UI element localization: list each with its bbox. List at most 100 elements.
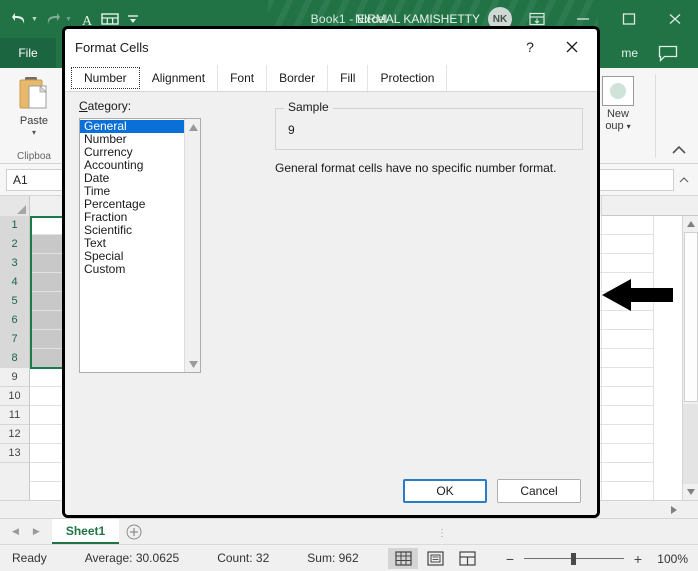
- new-comment-icon[interactable]: [602, 76, 634, 106]
- sheet-tab-overflow-icon[interactable]: ⋮: [437, 528, 448, 539]
- grid-cell[interactable]: [602, 368, 654, 387]
- sample-group: Sample 9: [275, 108, 583, 150]
- dialog-tab-strip: NumberAlignmentFontBorderFillProtection: [65, 65, 597, 92]
- close-dialog-icon[interactable]: [551, 29, 593, 65]
- cancel-button[interactable]: Cancel: [497, 479, 581, 503]
- scroll-down-icon[interactable]: [683, 484, 698, 500]
- redo-dropdown-icon[interactable]: ▼: [65, 16, 76, 23]
- grid-cell[interactable]: [602, 406, 654, 425]
- new-label: New: [607, 108, 629, 120]
- tab-file[interactable]: File: [0, 38, 56, 68]
- row-header-3[interactable]: 3: [0, 254, 29, 273]
- grid-cell[interactable]: [602, 273, 654, 292]
- zoom-in-button[interactable]: +: [632, 551, 644, 567]
- row-header-7[interactable]: 7: [0, 330, 29, 349]
- vertical-scroll-track[interactable]: [683, 404, 698, 484]
- ok-button[interactable]: OK: [403, 479, 487, 503]
- status-bar: Ready Average: 30.0625 Count: 32 Sum: 96…: [0, 544, 698, 571]
- page-layout-view-button[interactable]: [420, 548, 450, 569]
- help-icon[interactable]: ?: [509, 29, 551, 65]
- zoom-level-label[interactable]: 100%: [652, 552, 688, 566]
- grid-cell[interactable]: [602, 330, 654, 349]
- category-list-scrollbar[interactable]: [184, 119, 200, 372]
- paste-dropdown-icon[interactable]: ▾: [32, 128, 36, 137]
- sheet-tab-sheet1[interactable]: Sheet1: [52, 519, 119, 544]
- grid-cell[interactable]: [602, 292, 654, 311]
- close-icon[interactable]: [652, 0, 698, 38]
- grid-cell[interactable]: [602, 463, 654, 482]
- grid-cell[interactable]: [602, 254, 654, 273]
- grid-cell[interactable]: [602, 349, 654, 368]
- redo-icon[interactable]: [42, 5, 64, 33]
- category-listbox[interactable]: GeneralNumberCurrencyAccountingDateTimeP…: [79, 118, 201, 373]
- ribbon-group-divider-2: [655, 74, 656, 158]
- row-header-8[interactable]: 8: [0, 349, 29, 368]
- row-header-5[interactable]: 5: [0, 292, 29, 311]
- scroll-up-icon[interactable]: [683, 216, 698, 232]
- paste-label: Paste: [20, 115, 48, 127]
- dialog-title-bar: Format Cells ?: [65, 29, 597, 65]
- tell-me-box[interactable]: me: [621, 38, 638, 68]
- row-header-6[interactable]: 6: [0, 311, 29, 330]
- next-sheet-icon[interactable]: ▶: [33, 526, 40, 537]
- comment-icon[interactable]: [656, 42, 680, 64]
- zoom-out-button[interactable]: −: [504, 551, 516, 567]
- dialog-tab-protection[interactable]: Protection: [368, 65, 447, 91]
- add-sheet-icon[interactable]: [119, 519, 149, 544]
- grid-cell[interactable]: [602, 311, 654, 330]
- status-sum[interactable]: Sum: 962: [307, 551, 358, 565]
- status-count[interactable]: Count: 32: [217, 551, 269, 565]
- sheet-tab-navigation[interactable]: ◀ ▶: [0, 526, 52, 537]
- row-header-13[interactable]: 13: [0, 444, 29, 463]
- paste-button[interactable]: Paste ▾: [5, 74, 63, 137]
- vertical-scroll-thumb[interactable]: [684, 232, 698, 402]
- chevron-down-icon[interactable]: ▾: [627, 122, 631, 131]
- status-mode: Ready: [12, 551, 47, 565]
- page-break-preview-button[interactable]: [452, 548, 482, 569]
- dialog-tab-number[interactable]: Number: [71, 67, 140, 89]
- view-buttons: [388, 548, 482, 569]
- row-header-9[interactable]: 9: [0, 368, 29, 387]
- grid-cell[interactable]: [602, 235, 654, 254]
- status-average[interactable]: Average: 30.0625: [85, 551, 180, 565]
- grid-cell[interactable]: [602, 425, 654, 444]
- normal-view-button[interactable]: [388, 548, 418, 569]
- scroll-right-icon[interactable]: [666, 502, 682, 518]
- zoom-slider-thumb[interactable]: [571, 553, 576, 565]
- dialog-tab-fill[interactable]: Fill: [328, 65, 368, 91]
- sample-legend: Sample: [284, 100, 333, 114]
- row-header-10[interactable]: 10: [0, 387, 29, 406]
- row-header-1[interactable]: 1: [0, 216, 29, 235]
- zoom-slider[interactable]: [524, 552, 624, 566]
- undo-dropdown-icon[interactable]: ▼: [31, 16, 42, 23]
- row-header-2[interactable]: 2: [0, 235, 29, 254]
- row-header-12[interactable]: 12: [0, 425, 29, 444]
- expand-formula-bar-icon[interactable]: [676, 170, 692, 190]
- dialog-tab-alignment[interactable]: Alignment: [140, 65, 218, 91]
- vertical-scrollbar[interactable]: [682, 216, 698, 500]
- list-scroll-up-icon[interactable]: [185, 119, 201, 135]
- group-label-row[interactable]: oup ▾: [605, 120, 630, 132]
- grid-cell[interactable]: [602, 482, 654, 500]
- row-headers: 12345678910111213: [0, 216, 30, 500]
- svg-text:A: A: [82, 14, 93, 27]
- select-all-triangle-icon: [17, 205, 26, 214]
- format-cells-dialog: Format Cells ? NumberAlignmentFontBorder…: [62, 26, 600, 518]
- list-scroll-down-icon[interactable]: [185, 356, 201, 372]
- dialog-tab-border[interactable]: Border: [267, 65, 328, 91]
- maximize-icon[interactable]: [606, 0, 652, 38]
- collapse-ribbon-icon[interactable]: [668, 141, 690, 159]
- row-header-11[interactable]: 11: [0, 406, 29, 425]
- grid-cell[interactable]: [602, 387, 654, 406]
- select-all-button[interactable]: [0, 196, 30, 216]
- grid-cell[interactable]: [602, 216, 654, 235]
- category-item-custom[interactable]: Custom: [80, 263, 184, 276]
- previous-sheet-icon[interactable]: ◀: [12, 526, 19, 537]
- row-header-4[interactable]: 4: [0, 273, 29, 292]
- undo-icon[interactable]: [8, 5, 30, 33]
- dialog-body: Category: GeneralNumberCurrencyAccountin…: [65, 92, 597, 467]
- dialog-tab-font[interactable]: Font: [218, 65, 267, 91]
- grid-cell[interactable]: [602, 444, 654, 463]
- sample-value: 9: [288, 123, 295, 137]
- sheet-tab-bar: ◀ ▶ Sheet1 ⋮: [0, 518, 698, 544]
